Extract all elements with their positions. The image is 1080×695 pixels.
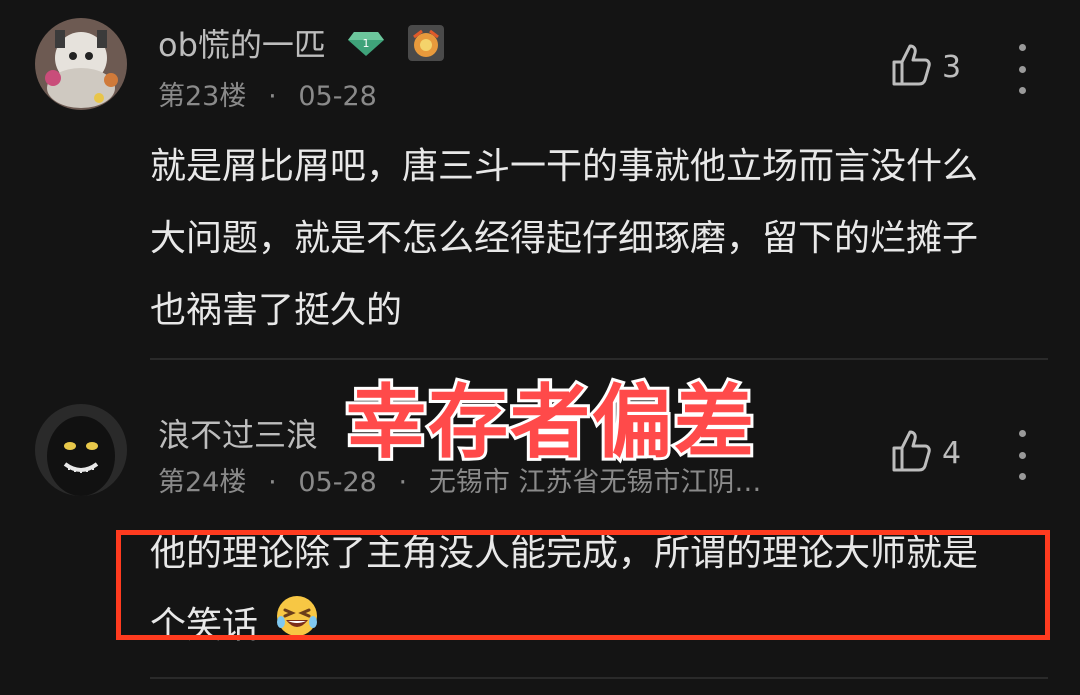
level-badge-icon: 1 bbox=[346, 28, 386, 66]
comment-divider bbox=[150, 677, 1048, 679]
emoji-badge-icon bbox=[406, 23, 446, 71]
avatar[interactable] bbox=[35, 18, 127, 110]
username-text[interactable]: ob慌的一匹 bbox=[158, 26, 326, 64]
like-button[interactable]: 3 bbox=[890, 42, 980, 92]
highlight-box bbox=[116, 530, 1050, 640]
overlay-title: 幸存者偏差 bbox=[343, 373, 757, 472]
like-count: 3 bbox=[942, 49, 962, 85]
comment-date: 05-28 bbox=[298, 81, 377, 112]
like-count: 4 bbox=[942, 435, 962, 471]
more-vertical-icon[interactable] bbox=[1004, 44, 1040, 94]
thumbs-up-icon bbox=[890, 42, 932, 92]
content-line: 也祸害了挺久的 bbox=[150, 290, 403, 331]
avatar[interactable] bbox=[35, 404, 127, 496]
floor-number: 第23楼 bbox=[158, 81, 247, 112]
meta-separator: · bbox=[268, 81, 277, 112]
comment-content: 就是屑比屑吧，唐三斗一干的事就他立场而言没什么 大问题，就是不怎么经得起仔细琢磨… bbox=[150, 131, 1050, 347]
content-line: 大问题，就是不怎么经得起仔细琢磨，留下的烂摊子 bbox=[150, 218, 979, 259]
username-text[interactable]: 浪不过三浪 bbox=[158, 416, 318, 454]
level-number: 1 bbox=[363, 37, 370, 50]
content-line: 就是屑比屑吧，唐三斗一干的事就他立场而言没什么 bbox=[150, 146, 979, 187]
comment-item: ob慌的一匹 1 第23楼 · 05-28 3 就是屑比屑吧，唐三斗一干的事就他… bbox=[0, 0, 1080, 360]
floor-number: 第24楼 bbox=[158, 467, 247, 498]
like-button[interactable]: 4 bbox=[890, 428, 980, 478]
meta-separator: · bbox=[268, 467, 277, 498]
username[interactable]: 浪不过三浪 bbox=[158, 410, 318, 456]
comment-meta: 第23楼 · 05-28 bbox=[158, 74, 377, 113]
thumbs-up-icon bbox=[890, 428, 932, 478]
more-vertical-icon[interactable] bbox=[1004, 430, 1040, 480]
username[interactable]: ob慌的一匹 1 bbox=[158, 20, 446, 71]
